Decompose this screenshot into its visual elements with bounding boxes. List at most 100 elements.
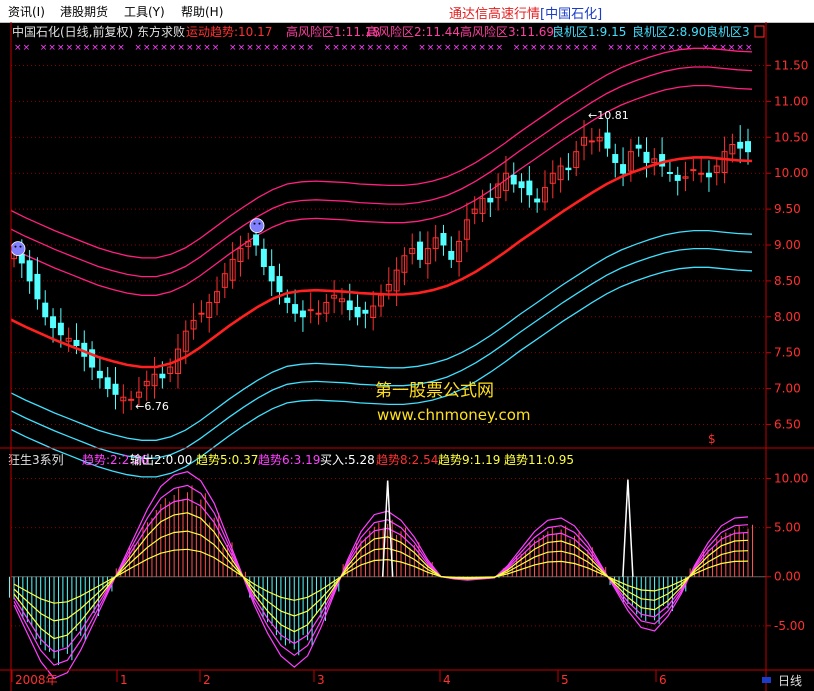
x-marker: × <box>616 43 624 53</box>
price-tick-label: 9.00 <box>774 238 801 252</box>
candle-body <box>666 171 673 174</box>
x-marker: × <box>719 43 727 53</box>
oscillator-legend-item: 输出2:0.00 <box>130 452 192 467</box>
candle-body <box>89 349 96 368</box>
time-tick-label: 5 <box>561 673 569 687</box>
x-marker: × <box>392 43 400 53</box>
chart-area[interactable]: 6.507.007.508.008.509.009.5010.0010.5011… <box>0 22 814 691</box>
menu-item-info[interactable]: 资讯(I) <box>8 3 45 20</box>
signal-face-eye-icon <box>19 245 22 248</box>
x-marker: × <box>539 43 547 53</box>
x-marker: × <box>14 43 22 53</box>
price-annotation: ←6.76 <box>135 400 169 413</box>
x-marker: × <box>487 43 495 53</box>
menu-item-help[interactable]: 帮助(H) <box>181 3 223 20</box>
candle-body <box>354 306 361 318</box>
candle-body <box>57 322 64 336</box>
x-marker: × <box>367 43 375 53</box>
x-marker: × <box>453 43 461 53</box>
signal-face-icon <box>10 241 26 256</box>
candle-body <box>674 174 681 181</box>
x-marker: × <box>607 43 615 53</box>
x-marker: × <box>513 43 521 53</box>
candle-body <box>612 154 619 163</box>
menu-item-hk-futures[interactable]: 港股期货 <box>60 3 108 20</box>
candle-body <box>698 172 705 175</box>
header-indicator-value: 良机区1:9.15 <box>552 24 626 39</box>
candle-body <box>73 339 80 347</box>
candle-body <box>42 302 49 318</box>
oscillator-legend-item: 趋势5:0.37 <box>196 453 258 467</box>
header-indicator-value: 良机区2:8.90 <box>632 24 706 39</box>
candle-body <box>26 260 33 282</box>
x-marker: × <box>324 43 332 53</box>
signal-face-eye-icon <box>258 222 261 225</box>
time-tick-label: 2008年 <box>15 673 58 687</box>
x-marker: × <box>435 43 443 53</box>
osc-tick-label: -5.00 <box>774 619 805 633</box>
candle-body <box>604 132 611 149</box>
panel-box-icon <box>754 25 765 38</box>
x-marker: × <box>375 43 383 53</box>
main-price-panel: 6.50 7.00 7.50 8.00 8.50 9.00 9.50 10.00 10.50 11… <box>10 24 808 478</box>
period-label: 日线 <box>778 674 802 688</box>
price-tick-label: 9.50 <box>774 202 801 216</box>
candle-body <box>346 300 353 311</box>
x-marker: × <box>246 43 254 53</box>
candle-body <box>292 304 299 314</box>
x-marker: × <box>470 43 478 53</box>
main-panel-title: 中国石化(日线,前复权) 东方求败 <box>12 24 185 39</box>
menu-item-tools[interactable]: 工具(Y) <box>124 3 165 20</box>
signal-face-icon <box>249 218 265 234</box>
candle-body <box>588 140 595 143</box>
x-marker: × <box>444 43 452 53</box>
osc-tick-label: 10.00 <box>774 472 808 486</box>
x-marker: × <box>83 43 91 53</box>
x-marker: × <box>109 43 117 53</box>
price-tick-label: 7.50 <box>774 346 801 360</box>
x-marker: × <box>289 43 297 53</box>
x-marker: × <box>547 43 555 53</box>
price-tick-label: 10.50 <box>774 130 808 144</box>
x-marker: × <box>427 43 435 53</box>
x-marker: × <box>66 43 74 53</box>
oscillator-legend-item: 趋势11:0.95 <box>504 453 574 467</box>
price-tick-label: 10.00 <box>774 166 808 180</box>
candle-body <box>276 276 283 293</box>
x-marker: × <box>418 43 426 53</box>
candle-body <box>518 181 525 189</box>
x-marker: × <box>306 43 314 53</box>
header-indicator-value: 运动趋势:10.17 <box>186 25 272 39</box>
watermark-url: www.chnmoney.com <box>377 406 531 424</box>
oscillator-legend-item: 买入:5.28 <box>320 453 375 467</box>
x-marker: × <box>186 43 194 53</box>
price-tick-label: 8.50 <box>774 274 801 288</box>
candle-body <box>50 316 57 329</box>
candle-body <box>315 312 322 315</box>
upper-risk-band <box>10 66 753 278</box>
time-tick-label: 6 <box>659 673 667 687</box>
candle-body <box>705 172 712 178</box>
x-marker: × <box>117 43 125 53</box>
header-indicator-value: 高风险区3:11.69 <box>460 24 554 39</box>
x-marker: × <box>143 43 151 53</box>
x-marker: × <box>100 43 108 53</box>
menu-bar: 资讯(I) 港股期货 工具(Y) 帮助(H) 通达信高速行情[中国石化] <box>0 0 814 23</box>
trend-line <box>10 156 753 369</box>
x-marker: × <box>160 43 168 53</box>
app-title: 通达信高速行情[中国石化] <box>449 3 602 22</box>
x-marker: × <box>358 43 366 53</box>
candle-body <box>34 273 41 300</box>
stock-tag: [中国石化] <box>540 7 603 22</box>
candle-body <box>284 297 291 303</box>
candle-body <box>260 248 267 268</box>
candle-body <box>737 141 744 149</box>
x-marker: × <box>341 43 349 53</box>
x-marker: × <box>263 43 271 53</box>
candle-body <box>104 377 111 390</box>
candle-body <box>128 398 135 401</box>
x-marker: × <box>478 43 486 53</box>
x-marker: × <box>134 43 142 53</box>
price-tick-label: 7.00 <box>774 382 801 396</box>
candle-body <box>565 167 572 171</box>
